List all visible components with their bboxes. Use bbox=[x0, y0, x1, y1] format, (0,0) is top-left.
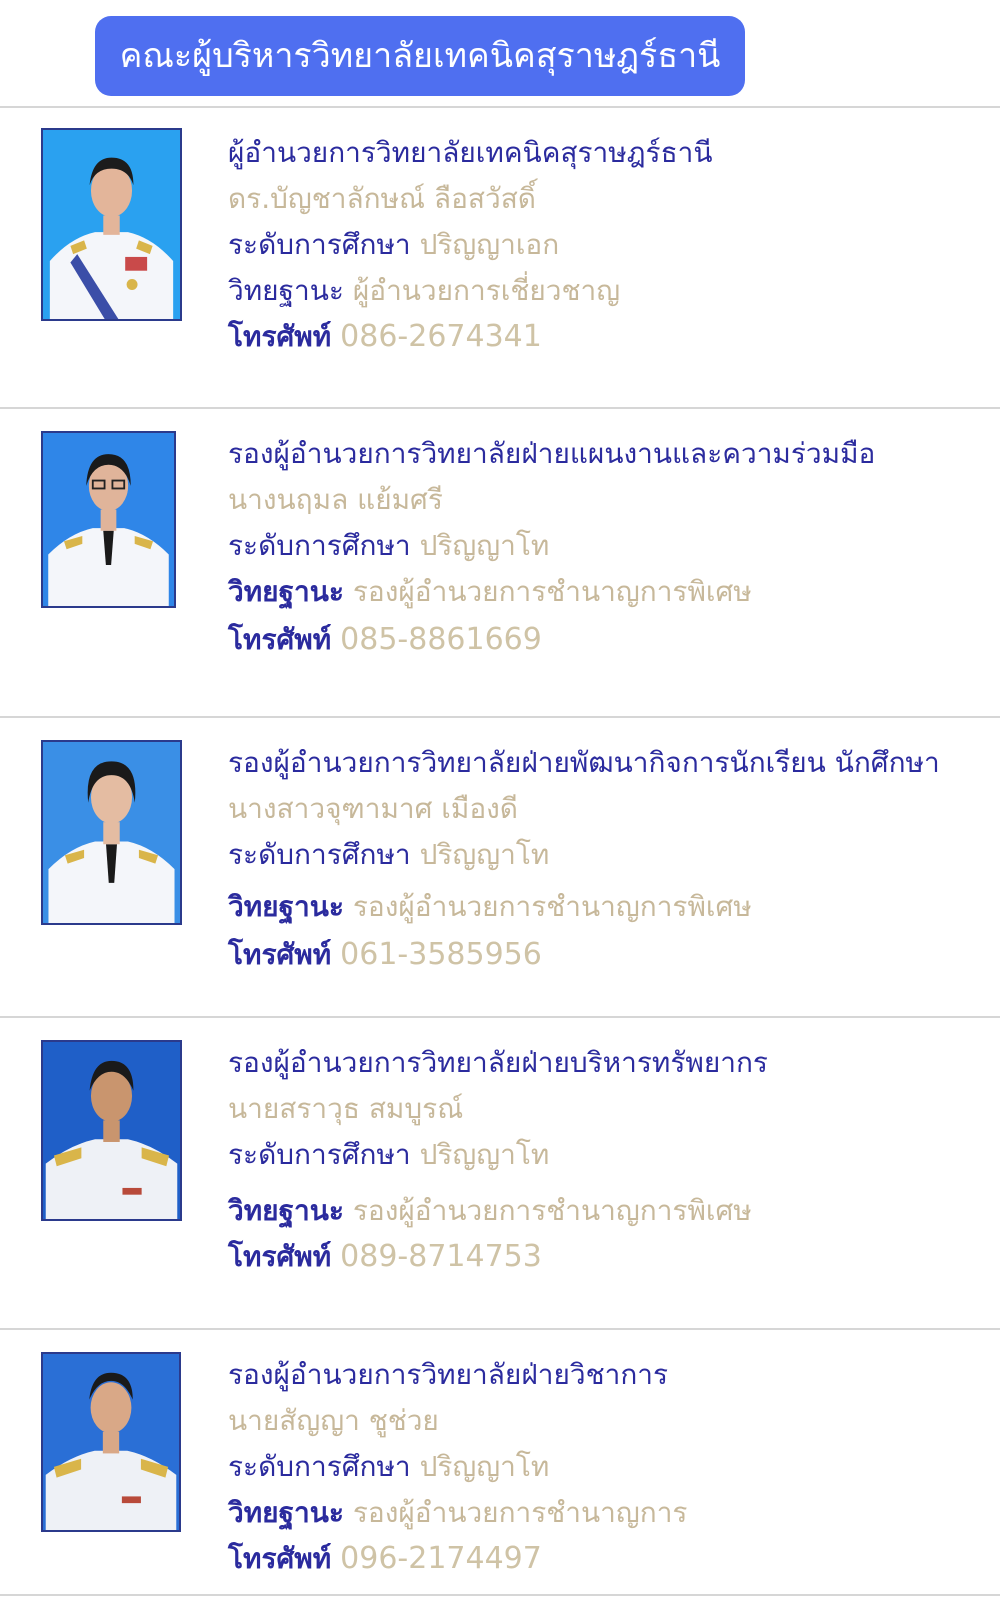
education-value: ปริญญาโท bbox=[419, 1138, 550, 1171]
executive-info: รองผู้อำนวยการวิทยาลัยฝ่ายแผนงานและความร… bbox=[228, 435, 992, 695]
education-label: ระดับการศึกษา bbox=[228, 1138, 411, 1171]
phone-number[interactable]: 086-2674341 bbox=[340, 319, 542, 354]
rank-row: วิทยฐานะ ผู้อำนวยการเชี่ยวชาญ bbox=[228, 272, 620, 310]
education-value: ปริญญาโท bbox=[419, 529, 550, 562]
rank-label: วิทยฐานะ bbox=[228, 575, 344, 608]
position-text: รองผู้อำนวยการวิทยาลัยฝ่ายบริหารทรัพยากร bbox=[228, 1046, 768, 1079]
phone-number[interactable]: 085-8861669 bbox=[340, 622, 542, 657]
executive-info: รองผู้อำนวยการวิทยาลัยฝ่ายบริหารทรัพยากร… bbox=[228, 1044, 992, 1304]
executive-card: รองผู้อำนวยการวิทยาลัยฝ่ายบริหารทรัพยากร… bbox=[0, 1018, 1000, 1330]
rank-row: วิทยฐานะ รองผู้อำนวยการชำนาญการพิเศษ bbox=[228, 573, 752, 611]
executive-card: รองผู้อำนวยการวิทยาลัยฝ่ายวิชาการ นายสัญ… bbox=[0, 1330, 1000, 1596]
phone-row: โทรศัพท์ 085-8861669 bbox=[228, 621, 542, 659]
phone-number[interactable]: 061-3585956 bbox=[340, 937, 542, 972]
rank-value: รองผู้อำนวยการชำนาญการพิเศษ bbox=[352, 575, 752, 608]
phone-row: โทรศัพท์ 089-8714753 bbox=[228, 1238, 542, 1276]
rank-row: วิทยฐานะ รองผู้อำนวยการชำนาญการพิเศษ bbox=[228, 1192, 752, 1230]
education-value: ปริญญาเอก bbox=[419, 228, 560, 261]
name-text: ดร.บัญชาลักษณ์ ลือสวัสดิ์ bbox=[228, 182, 536, 215]
executive-card: รองผู้อำนวยการวิทยาลัยฝ่ายแผนงานและความร… bbox=[0, 409, 1000, 718]
phone-row: โทรศัพท์ 096-2174497 bbox=[228, 1540, 542, 1578]
executive-photo bbox=[41, 128, 182, 321]
education-label: ระดับการศึกษา bbox=[228, 529, 411, 562]
executive-card: รองผู้อำนวยการวิทยาลัยฝ่ายพัฒนากิจการนัก… bbox=[0, 718, 1000, 1018]
phone-label: โทรศัพท์ bbox=[228, 938, 332, 971]
education-value: ปริญญาโท bbox=[419, 1450, 550, 1483]
position-text: รองผู้อำนวยการวิทยาลัยฝ่ายแผนงานและความร… bbox=[228, 437, 876, 470]
executive-info: รองผู้อำนวยการวิทยาลัยฝ่ายพัฒนากิจการนัก… bbox=[228, 744, 992, 1004]
education-value: ปริญญาโท bbox=[419, 838, 550, 871]
rank-value: รองผู้อำนวยการชำนาญการ bbox=[352, 1496, 688, 1529]
rank-label: วิทยฐานะ bbox=[228, 1496, 344, 1529]
education-row: ระดับการศึกษา ปริญญาเอก bbox=[228, 226, 559, 264]
education-row: ระดับการศึกษา ปริญญาโท bbox=[228, 1136, 549, 1174]
executive-info: ผู้อำนวยการวิทยาลัยเทคนิคสุราษฎร์ธานี ดร… bbox=[228, 134, 992, 394]
name-text: นายสราวุธ สมบูรณ์ bbox=[228, 1092, 464, 1125]
header-bar: คณะผู้บริหารวิทยาลัยเทคนิคสุราษฎร์ธานี bbox=[0, 0, 1000, 108]
executive-photo bbox=[41, 431, 176, 608]
position-text: ผู้อำนวยการวิทยาลัยเทคนิคสุราษฎร์ธานี bbox=[228, 136, 713, 169]
phone-row: โทรศัพท์ 061-3585956 bbox=[228, 936, 542, 974]
phone-label: โทรศัพท์ bbox=[228, 1542, 332, 1575]
executive-info: รองผู้อำนวยการวิทยาลัยฝ่ายวิชาการ นายสัญ… bbox=[228, 1356, 992, 1596]
page-title: คณะผู้บริหารวิทยาลัยเทคนิคสุราษฎร์ธานี bbox=[95, 16, 745, 96]
rank-label: วิทยฐานะ bbox=[228, 890, 344, 923]
name-text: นางสาวจุฑามาศ เมืองดี bbox=[228, 792, 518, 825]
education-row: ระดับการศึกษา ปริญญาโท bbox=[228, 836, 549, 874]
position-text: รองผู้อำนวยการวิทยาลัยฝ่ายพัฒนากิจการนัก… bbox=[228, 746, 940, 779]
name-text: นายสัญญา ชูช่วย bbox=[228, 1404, 439, 1437]
education-label: ระดับการศึกษา bbox=[228, 1450, 411, 1483]
phone-label: โทรศัพท์ bbox=[228, 623, 332, 656]
rank-value: รองผู้อำนวยการชำนาญการพิเศษ bbox=[352, 1194, 752, 1227]
page: คณะผู้บริหารวิทยาลัยเทคนิคสุราษฎร์ธานี ผ… bbox=[0, 0, 1000, 1600]
rank-value: ผู้อำนวยการเชี่ยวชาญ bbox=[352, 274, 621, 307]
name-text: นางนฤมล แย้มศรี bbox=[228, 483, 443, 516]
rank-row: วิทยฐานะ รองผู้อำนวยการชำนาญการพิเศษ bbox=[228, 888, 752, 926]
phone-label: โทรศัพท์ bbox=[228, 1240, 332, 1273]
phone-row: โทรศัพท์ 086-2674341 bbox=[228, 318, 542, 356]
executive-card: ผู้อำนวยการวิทยาลัยเทคนิคสุราษฎร์ธานี ดร… bbox=[0, 108, 1000, 409]
rank-row: วิทยฐานะ รองผู้อำนวยการชำนาญการ bbox=[228, 1494, 687, 1532]
education-label: ระดับการศึกษา bbox=[228, 228, 411, 261]
executive-photo bbox=[41, 740, 182, 925]
education-row: ระดับการศึกษา ปริญญาโท bbox=[228, 527, 549, 565]
position-text: รองผู้อำนวยการวิทยาลัยฝ่ายวิชาการ bbox=[228, 1358, 669, 1391]
phone-number[interactable]: 096-2174497 bbox=[340, 1541, 542, 1576]
rank-label: วิทยฐานะ bbox=[228, 274, 344, 307]
phone-label: โทรศัพท์ bbox=[228, 320, 332, 353]
rank-label: วิทยฐานะ bbox=[228, 1194, 344, 1227]
education-label: ระดับการศึกษา bbox=[228, 838, 411, 871]
phone-number[interactable]: 089-8714753 bbox=[340, 1239, 542, 1274]
education-row: ระดับการศึกษา ปริญญาโท bbox=[228, 1448, 549, 1486]
rank-value: รองผู้อำนวยการชำนาญการพิเศษ bbox=[352, 890, 752, 923]
executive-photo bbox=[41, 1352, 181, 1532]
executive-photo bbox=[41, 1040, 182, 1221]
